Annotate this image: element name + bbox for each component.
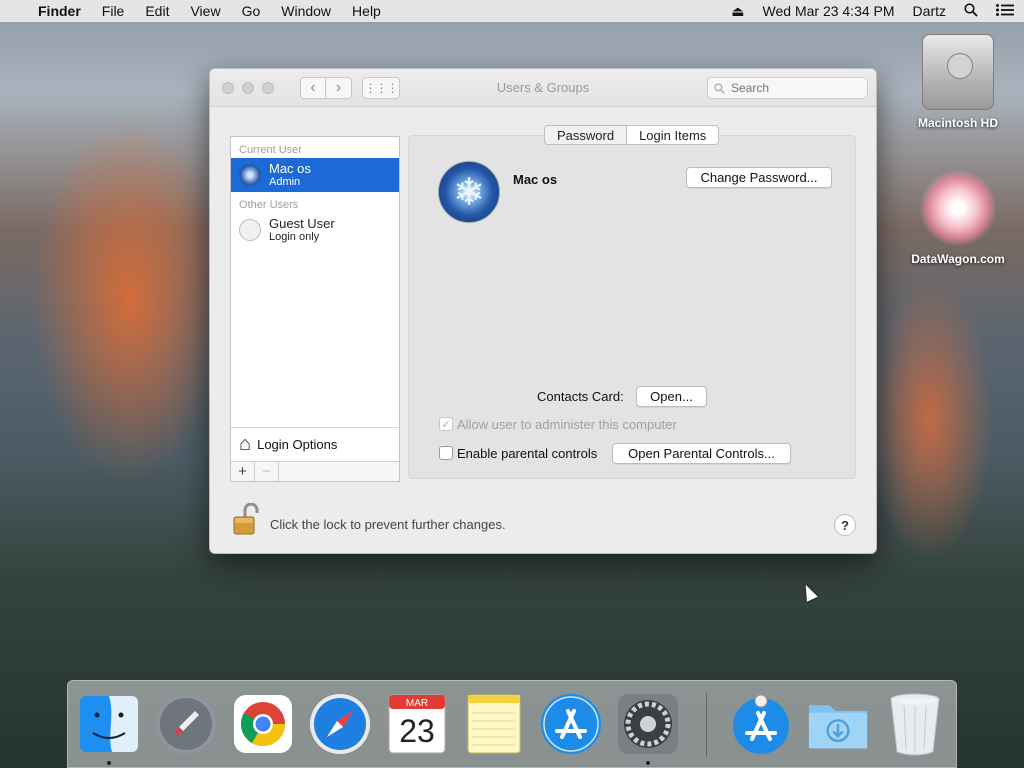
menu-file[interactable]: File <box>102 3 125 19</box>
running-indicator <box>107 761 111 765</box>
spotlight-search-icon[interactable] <box>964 2 978 20</box>
mouse-cursor-icon <box>800 582 818 602</box>
search-icon <box>714 82 725 94</box>
house-icon: ⌂ <box>239 433 252 455</box>
contacts-card-label: Contacts Card: <box>537 389 624 404</box>
section-header-other-users: Other Users <box>239 199 299 211</box>
chrome-icon <box>234 695 292 753</box>
datawagon-file-icon <box>920 170 996 246</box>
user-name: Mac os <box>269 160 311 176</box>
parental-controls-label: Enable parental controls <box>457 446 598 461</box>
section-header-current-user: Current User <box>239 144 302 156</box>
dock-calendar[interactable]: MAR 23 <box>386 693 448 755</box>
dock-separator <box>706 693 707 757</box>
window-titlebar[interactable]: ‹ › ⋮⋮⋮ Users & Groups <box>210 69 876 107</box>
menu-extras: ⏏ Wed Mar 23 4:34 PM Dartz <box>731 3 1014 20</box>
menu-help[interactable]: Help <box>352 3 381 19</box>
add-remove-bar: + − <box>231 461 399 481</box>
guest-user-icon <box>239 219 261 241</box>
notes-icon <box>467 694 521 754</box>
users-groups-window: ‹ › ⋮⋮⋮ Users & Groups Current User Mac … <box>209 68 877 554</box>
dock-app-store[interactable] <box>540 693 602 755</box>
user-name: Guest User <box>269 215 335 231</box>
dock: MAR 23 <box>67 680 957 768</box>
user-row-guest[interactable]: Guest User Login only <box>231 213 399 247</box>
menu-edit[interactable]: Edit <box>145 3 169 19</box>
desktop-icon-label: Macintosh HD <box>917 116 998 130</box>
calendar-day: 23 <box>399 713 435 749</box>
finder-icon <box>80 696 138 752</box>
hard-drive-icon <box>922 34 994 110</box>
tab-login-items[interactable]: Login Items <box>627 125 720 145</box>
search-input[interactable] <box>731 81 851 95</box>
change-password-button[interactable]: Change Password... <box>686 167 832 188</box>
dock-launchpad[interactable] <box>155 693 217 755</box>
snowflake-avatar-icon <box>239 164 261 186</box>
system-preferences-gear-icon <box>618 694 678 754</box>
open-parental-controls-button[interactable]: Open Parental Controls... <box>612 443 791 464</box>
trash-icon <box>890 693 940 756</box>
eject-icon[interactable]: ⏏ <box>731 3 744 20</box>
tab-password[interactable]: Password <box>544 125 628 145</box>
desktop-icon-macintosh-hd[interactable]: Macintosh HD <box>908 34 1008 130</box>
user-list: Current User Mac os Admin Other Users Gu… <box>230 136 400 482</box>
menu-clock[interactable]: Wed Mar 23 4:34 PM <box>763 3 895 19</box>
app-store-icon <box>541 694 601 754</box>
contacts-open-button[interactable]: Open... <box>636 386 707 407</box>
login-options-label: Login Options <box>257 437 338 452</box>
calendar-month: MAR <box>406 698 428 709</box>
nav-buttons: ‹ › <box>300 76 352 99</box>
desktop-icon-datawagon[interactable]: DataWagon.com <box>908 170 1008 266</box>
tab-bar: Password Login Items <box>544 125 720 145</box>
user-row-mac-os[interactable]: Mac os Admin <box>231 158 399 192</box>
search-field[interactable] <box>707 77 868 99</box>
menu-view[interactable]: View <box>190 3 220 19</box>
selected-user-name: Mac os <box>513 172 558 187</box>
menu-window[interactable]: Window <box>281 3 331 19</box>
dock-chrome[interactable] <box>232 693 294 755</box>
back-button[interactable]: ‹ <box>300 76 326 99</box>
unlocked-padlock-icon[interactable] <box>232 503 260 535</box>
dock-downloads-folder[interactable] <box>807 693 869 755</box>
dock-notes[interactable] <box>463 693 525 755</box>
close-window-button[interactable] <box>222 81 234 94</box>
downloads-folder-icon <box>808 705 868 749</box>
calendar-icon: MAR 23 <box>388 694 446 754</box>
lock-message: Click the lock to prevent further change… <box>270 517 506 532</box>
desktop-icon-label: DataWagon.com <box>911 252 1005 266</box>
menu-bar: Finder File Edit View Go Window Help ⏏ W… <box>0 0 1024 22</box>
user-role: Login only <box>269 230 320 243</box>
dock-system-preferences[interactable] <box>617 693 679 765</box>
forward-button[interactable]: › <box>326 76 352 99</box>
remove-user-button[interactable]: − <box>255 462 279 481</box>
dock-app-store-installer[interactable] <box>730 693 792 755</box>
menu-go[interactable]: Go <box>242 3 261 19</box>
dock-finder[interactable] <box>78 693 140 765</box>
dock-trash[interactable] <box>884 693 946 756</box>
launchpad-rocket-icon <box>156 694 216 754</box>
user-role: Admin <box>269 175 301 188</box>
minimize-window-button[interactable] <box>242 81 254 94</box>
running-indicator <box>646 761 650 765</box>
app-store-icon <box>733 694 789 754</box>
user-picture-snowflake-icon[interactable]: ❄ <box>438 161 500 223</box>
dock-safari[interactable] <box>309 693 371 755</box>
zoom-window-button[interactable] <box>262 81 274 94</box>
menu-user[interactable]: Dartz <box>913 3 946 19</box>
add-user-button[interactable]: + <box>231 462 255 481</box>
show-all-grid-icon[interactable]: ⋮⋮⋮ <box>362 76 400 99</box>
safari-compass-icon <box>310 694 370 754</box>
parental-controls-checkbox[interactable] <box>439 446 453 460</box>
allow-admin-label: Allow user to administer this computer <box>457 417 677 432</box>
allow-admin-checkbox[interactable]: ✓ <box>439 417 453 431</box>
menu-app-finder[interactable]: Finder <box>38 3 81 19</box>
login-options-item[interactable]: ⌂ Login Options <box>231 427 399 461</box>
notification-center-icon[interactable] <box>996 3 1014 19</box>
help-button[interactable]: ? <box>834 514 856 536</box>
